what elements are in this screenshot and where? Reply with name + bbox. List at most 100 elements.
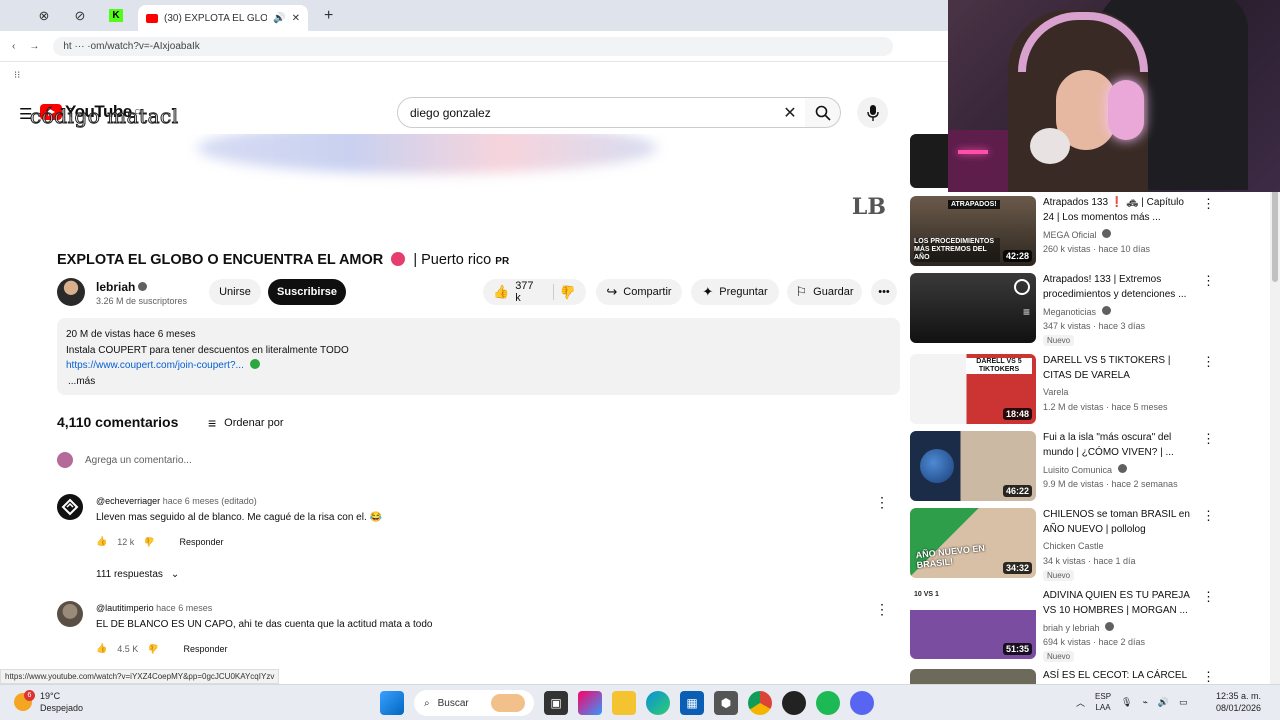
comment-author[interactable]: @echeverriager hace 6 meses (editado) <box>96 496 257 506</box>
more-actions-button[interactable]: ••• <box>871 279 897 305</box>
video-title[interactable]: ASÍ ES EL CECOT: LA CÁRCEL <box>1043 669 1193 684</box>
recommended-video[interactable]: 10 VS 1 51:35 ADIVINA QUIEN ES TU PAREJA… <box>910 589 1220 662</box>
save-button[interactable]: ⚐ Guardar <box>787 279 862 305</box>
video-thumbnail[interactable]: DARELL VS 5 TIKTOKERS 18:48 <box>910 354 1036 424</box>
join-button[interactable]: Unirse <box>209 279 261 305</box>
more-vertical-icon[interactable]: ⋮ <box>1202 196 1215 212</box>
chrome-icon[interactable] <box>748 691 772 715</box>
apps-icon[interactable]: ⁝⁝ <box>14 70 20 81</box>
dislike-icon[interactable]: 👍 <box>148 643 159 654</box>
recommended-video[interactable]: 46:22 Fui a la isla "más oscura" del mun… <box>910 431 1220 503</box>
video-title[interactable]: Atrapados 133 ❗ 🚓 | Capítulo 24 | Los mo… <box>1043 196 1193 225</box>
description-box[interactable]: 20 M de vistas hace 6 meses Instala COUP… <box>57 318 900 395</box>
replies-toggle[interactable]: 111 respuestas ⌄ <box>96 569 179 580</box>
video-thumbnail[interactable]: ≡ <box>910 273 1036 343</box>
dislike-icon[interactable]: 👍 <box>144 536 155 547</box>
video-channel[interactable]: Chicken Castle <box>1043 541 1104 551</box>
browser-tab-active[interactable]: (30) EXPLOTA EL GLOBO O | 🔊 ✕ <box>138 5 308 31</box>
comment-more-icon[interactable]: ⋮ <box>875 601 889 618</box>
comment-avatar[interactable] <box>57 601 83 627</box>
description-link[interactable]: https://www.coupert.com/join-coupert?... <box>66 360 244 371</box>
recommended-video[interactable]: DARELL VS 5 TIKTOKERS 18:48 DARELL VS 5 … <box>910 354 1220 426</box>
video-title[interactable]: CHILENOS se toman BRASIL en AÑO NUEVO | … <box>1043 508 1193 537</box>
video-channel[interactable]: briah y lebriah <box>1043 622 1115 633</box>
more-vertical-icon[interactable]: ⋮ <box>1202 589 1215 605</box>
video-player[interactable]: LB <box>57 134 900 240</box>
video-channel[interactable]: MEGA Oficial <box>1043 229 1112 240</box>
address-input[interactable]: ht ··· ·om/watch?v=-AIxjoabaIk <box>53 36 894 56</box>
tray-chevron-up-icon[interactable]: ︿ <box>1076 696 1085 709</box>
weather-widget[interactable]: 6 19°C Despejado <box>14 690 83 714</box>
volume-icon[interactable]: 🔊 <box>1158 697 1169 708</box>
channel-avatar[interactable] <box>57 278 85 306</box>
dislike-icon[interactable]: 👍 <box>560 284 576 300</box>
video-title[interactable]: ADIVINA QUIEN ES TU PAREJA VS 10 HOMBRES… <box>1043 589 1193 618</box>
edge-icon[interactable] <box>646 691 670 715</box>
more-vertical-icon[interactable]: ⋮ <box>1202 354 1215 370</box>
video-title[interactable]: DARELL VS 5 TIKTOKERS | CITAS DE VARELA <box>1043 354 1193 383</box>
like-icon[interactable]: 👍 <box>493 284 509 300</box>
language-indicator[interactable]: ESP LAA <box>1095 691 1111 713</box>
comment-avatar[interactable] <box>57 494 83 520</box>
ask-button[interactable]: ✦ Preguntar <box>691 279 779 305</box>
video-thumbnail[interactable]: 10 VS 1 51:35 <box>910 589 1036 659</box>
pinned-tab[interactable]: K <box>102 4 130 28</box>
network-icon[interactable]: ⌁ <box>1142 697 1147 708</box>
recommended-video[interactable]: ATRAPADOS! LOS PROCEDIMIENTOS MÁS EXTREM… <box>910 196 1220 268</box>
add-comment-input[interactable]: Agrega un comentario... <box>85 455 192 466</box>
like-icon[interactable]: 👍 <box>96 643 107 654</box>
more-vertical-icon[interactable]: ⋮ <box>1202 273 1215 289</box>
taskbar-search[interactable]: ⌕ Buscar <box>414 690 534 716</box>
reply-button[interactable]: Responder <box>183 644 227 654</box>
add-to-queue-icon[interactable]: ≡ <box>1023 305 1030 319</box>
file-explorer-icon[interactable] <box>612 691 636 715</box>
obs-icon[interactable] <box>782 691 806 715</box>
video-channel[interactable]: Luisito Comunica <box>1043 464 1127 475</box>
video-thumbnail[interactable]: ATRAPADOS! LOS PROCEDIMIENTOS MÁS EXTREM… <box>910 196 1036 266</box>
video-channel[interactable]: Meganoticias <box>1043 306 1111 317</box>
comment-more-icon[interactable]: ⋮ <box>875 494 889 511</box>
subscribe-button[interactable]: Suscribirse <box>268 279 346 305</box>
video-thumbnail[interactable]: AÑO NUEVO EN BRASIL! 34:32 <box>910 508 1036 578</box>
battery-icon[interactable]: ▭ <box>1179 697 1188 708</box>
recommended-video[interactable]: AÑO NUEVO EN BRASIL! 34:32 CHILENOS se t… <box>910 508 1220 581</box>
more-vertical-icon[interactable]: ⋮ <box>1202 669 1215 684</box>
comment-author[interactable]: @lautitimperio hace 6 meses <box>96 603 212 613</box>
pinned-tab[interactable]: ⊗ <box>30 4 58 28</box>
task-view-icon[interactable]: ▣ <box>544 691 568 715</box>
video-thumbnail[interactable]: 46:22 <box>910 431 1036 501</box>
voice-search-button[interactable] <box>857 97 888 128</box>
discord-icon[interactable] <box>850 691 874 715</box>
watch-later-icon[interactable] <box>1014 279 1030 295</box>
close-tab-icon[interactable]: ✕ <box>292 13 300 24</box>
windows-start-icon[interactable] <box>380 691 404 715</box>
forward-icon[interactable]: → <box>29 41 39 52</box>
video-title[interactable]: Atrapados! 133 | Extremos procedimientos… <box>1043 273 1193 302</box>
pinned-tab[interactable]: ⊘ <box>66 4 94 28</box>
copilot-icon[interactable] <box>578 691 602 715</box>
recommended-video[interactable]: ≡ Atrapados! 133 | Extremos procedimient… <box>910 273 1220 346</box>
microphone-tray-icon[interactable]: 🎙 <box>1121 697 1132 708</box>
video-channel[interactable]: Varela <box>1043 387 1068 397</box>
spotify-icon[interactable] <box>816 691 840 715</box>
page-scrollbar[interactable] <box>1270 134 1280 684</box>
search-input[interactable]: diego gonzalez <box>410 106 775 120</box>
like-count[interactable]: 377 k <box>515 280 539 304</box>
speaker-icon[interactable]: 🔊 <box>273 13 285 24</box>
store-icon[interactable]: ▦ <box>680 691 704 715</box>
reply-button[interactable]: Responder <box>179 537 223 547</box>
app-icon[interactable]: ⬢ <box>714 691 738 715</box>
like-icon[interactable]: 👍 <box>96 536 107 547</box>
search-box[interactable]: diego gonzalez ✕ <box>397 97 806 128</box>
more-vertical-icon[interactable]: ⋮ <box>1202 431 1215 447</box>
recommended-video[interactable]: ASÍ ES EL CECOT: LA CÁRCEL ⋮ <box>910 669 1220 684</box>
more-vertical-icon[interactable]: ⋮ <box>1202 508 1215 524</box>
sort-button[interactable]: ≡ Ordenar por <box>208 415 283 431</box>
clear-search-icon[interactable]: ✕ <box>775 103 805 123</box>
description-more[interactable]: ...más <box>68 374 891 390</box>
back-icon[interactable]: ‹ <box>12 41 15 52</box>
video-title[interactable]: Fui a la isla "más oscura" del mundo | ¿… <box>1043 431 1193 460</box>
new-tab-button[interactable]: + <box>324 7 333 25</box>
channel-name[interactable]: lebriah <box>96 280 148 294</box>
share-button[interactable]: ↪ Compartir <box>596 279 682 305</box>
